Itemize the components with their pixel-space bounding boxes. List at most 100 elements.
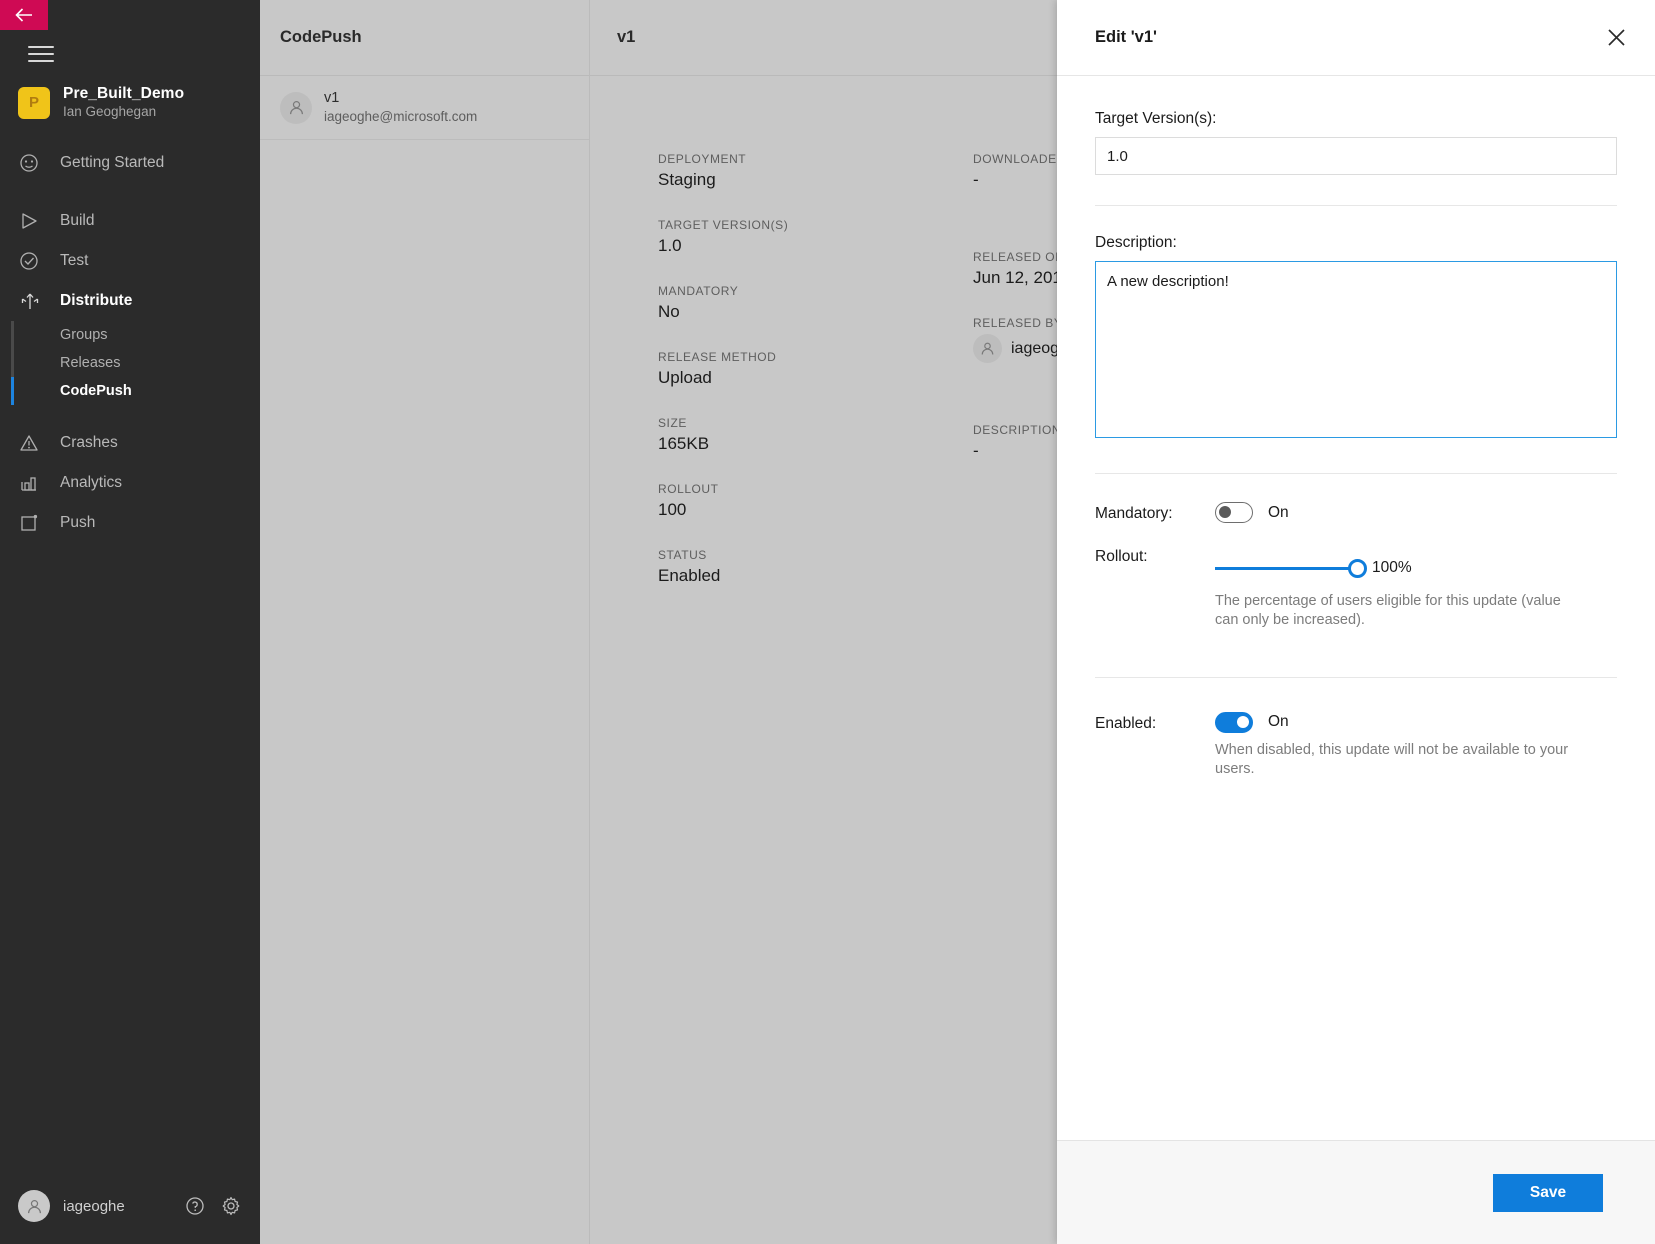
distribute-subnav: Groups Releases CodePush (0, 321, 260, 406)
detail-left-column: DEPLOYMENT Staging TARGET VERSION(S) 1.0… (658, 152, 973, 614)
mandatory-toggle-line: On (1215, 502, 1617, 523)
enabled-row: Enabled: On When disabled, this update w… (1095, 711, 1617, 780)
gear-icon[interactable] (220, 1195, 242, 1217)
hamburger-bar (28, 60, 54, 62)
field-mandatory: MANDATORY No (658, 284, 973, 322)
mandatory-toggle[interactable] (1215, 502, 1253, 523)
field-label: STATUS (658, 548, 707, 562)
app-switcher[interactable]: P Pre_Built_Demo Ian Geoghegan (0, 84, 260, 121)
field-value: Upload (658, 368, 712, 387)
sidebar-item-analytics[interactable]: Analytics (0, 463, 260, 503)
push-icon (18, 512, 50, 534)
toggle-knob (1237, 715, 1249, 728)
user-avatar-icon (981, 342, 994, 355)
gauge-icon (18, 152, 50, 174)
rollout-help-text: The percentage of users eligible for thi… (1215, 593, 1561, 629)
help-icon[interactable] (184, 1195, 206, 1217)
field-value: Staging (658, 170, 716, 189)
sidebar-username: iageoghe (63, 1197, 125, 1215)
description-label: Description: (1095, 234, 1177, 251)
field-value: No (658, 302, 680, 321)
back-button[interactable] (0, 0, 48, 30)
enabled-toggle[interactable] (1215, 711, 1253, 733)
sidebar-item-crashes[interactable]: Crashes (0, 423, 260, 463)
close-button[interactable] (1599, 21, 1633, 55)
target-version-input[interactable] (1095, 137, 1617, 175)
sidebar-footer: iageoghe (0, 1168, 260, 1244)
avatar (973, 334, 1002, 363)
field-value: 1.0 (658, 236, 682, 255)
user-avatar-icon (289, 100, 303, 115)
distribute-icon (18, 290, 50, 312)
list-item[interactable]: v1 iageoghe@microsoft.com (260, 76, 589, 140)
sidebar-item-releases[interactable]: Releases (0, 349, 260, 377)
field-target-versions: TARGET VERSION(S) 1.0 (658, 218, 973, 256)
hamburger-icon[interactable] (28, 46, 54, 62)
field-label: DEPLOYMENT (658, 152, 747, 166)
panel-footer: Save (1057, 1140, 1655, 1244)
sidebar-item-push[interactable]: Push (0, 503, 260, 543)
panel-title: Edit 'v1' (1095, 28, 1157, 46)
sidebar-item-label: Distribute (60, 292, 133, 310)
divider (1095, 205, 1617, 206)
sidebar-item-build[interactable]: Build (0, 201, 260, 241)
list-item-title: v1 (324, 90, 340, 107)
rollout-value: 100% (1372, 559, 1412, 576)
rollout-row: Rollout: 100% The percentage of users el… (1095, 545, 1617, 631)
panel-body: Target Version(s): Description: Mandator… (1057, 76, 1655, 1140)
mandatory-row: Mandatory: On (1095, 502, 1617, 523)
enabled-label: Enabled: (1095, 714, 1157, 732)
rollout-slider[interactable] (1215, 558, 1367, 578)
field-value: Enabled (658, 566, 721, 585)
description-group: Description: (1095, 234, 1617, 443)
field-label: MANDATORY (658, 284, 739, 298)
field-size: SIZE 165KB (658, 416, 973, 454)
nav-divider-space (0, 183, 260, 201)
left-sidebar: P Pre_Built_Demo Ian Geoghegan Getting S… (0, 0, 260, 1244)
field-label: SIZE (658, 416, 687, 430)
enabled-help-text: When disabled, this update will not be a… (1215, 741, 1569, 777)
warning-triangle-icon (18, 432, 50, 454)
sidebar-subitem-label: CodePush (60, 383, 132, 400)
mandatory-state-label: On (1268, 503, 1289, 521)
sidebar-item-label: Build (60, 212, 95, 230)
target-version-group: Target Version(s): (1095, 110, 1617, 175)
hamburger-bar (28, 46, 54, 48)
enabled-control: On When disabled, this update will not b… (1215, 711, 1617, 780)
panel-header: Edit 'v1' (1057, 0, 1655, 76)
target-version-label: Target Version(s): (1095, 110, 1217, 127)
app-name: Pre_Built_Demo (63, 85, 185, 102)
mandatory-label: Mandatory: (1095, 505, 1173, 522)
sidebar-item-codepush[interactable]: CodePush (0, 377, 260, 405)
sidebar-item-distribute[interactable]: Distribute (0, 281, 260, 321)
save-button[interactable]: Save (1493, 1173, 1603, 1212)
field-value: 165KB (658, 434, 710, 453)
app-identity: Pre_Built_Demo Ian Geoghegan (63, 84, 184, 121)
sidebar-item-getting-started[interactable]: Getting Started (0, 143, 260, 183)
app-root: P Pre_Built_Demo Ian Geoghegan Getting S… (0, 0, 1655, 1244)
field-label: TARGET VERSION(S) (658, 218, 789, 232)
description-textarea[interactable] (1095, 261, 1617, 438)
enabled-state-label: On (1268, 713, 1289, 731)
rollout-label: Rollout: (1095, 548, 1148, 565)
field-label: ROLLOUT (658, 482, 719, 496)
sidebar-item-groups[interactable]: Groups (0, 321, 260, 349)
nav-list: Getting Started Build Test Distribute Gr… (0, 143, 260, 543)
sidebar-item-label: Push (60, 514, 96, 532)
arrow-left-icon (15, 8, 32, 22)
play-icon (18, 210, 50, 232)
edit-release-panel: Edit 'v1' Target Version(s): Description… (1057, 0, 1655, 1244)
sidebar-item-test[interactable]: Test (0, 241, 260, 281)
field-release-method: RELEASE METHOD Upload (658, 350, 973, 388)
close-icon (1607, 29, 1625, 46)
avatar[interactable] (18, 1190, 50, 1222)
list-item-subtitle: iageoghe@microsoft.com (324, 109, 478, 125)
divider (1095, 473, 1617, 474)
app-icon: P (18, 86, 50, 119)
rollout-slider-handle[interactable] (1348, 558, 1367, 578)
divider (1095, 676, 1617, 678)
sidebar-item-label: Crashes (60, 434, 118, 452)
field-value: 100 (658, 500, 687, 519)
bar-chart-icon (18, 472, 50, 494)
field-status: STATUS Enabled (658, 548, 973, 586)
